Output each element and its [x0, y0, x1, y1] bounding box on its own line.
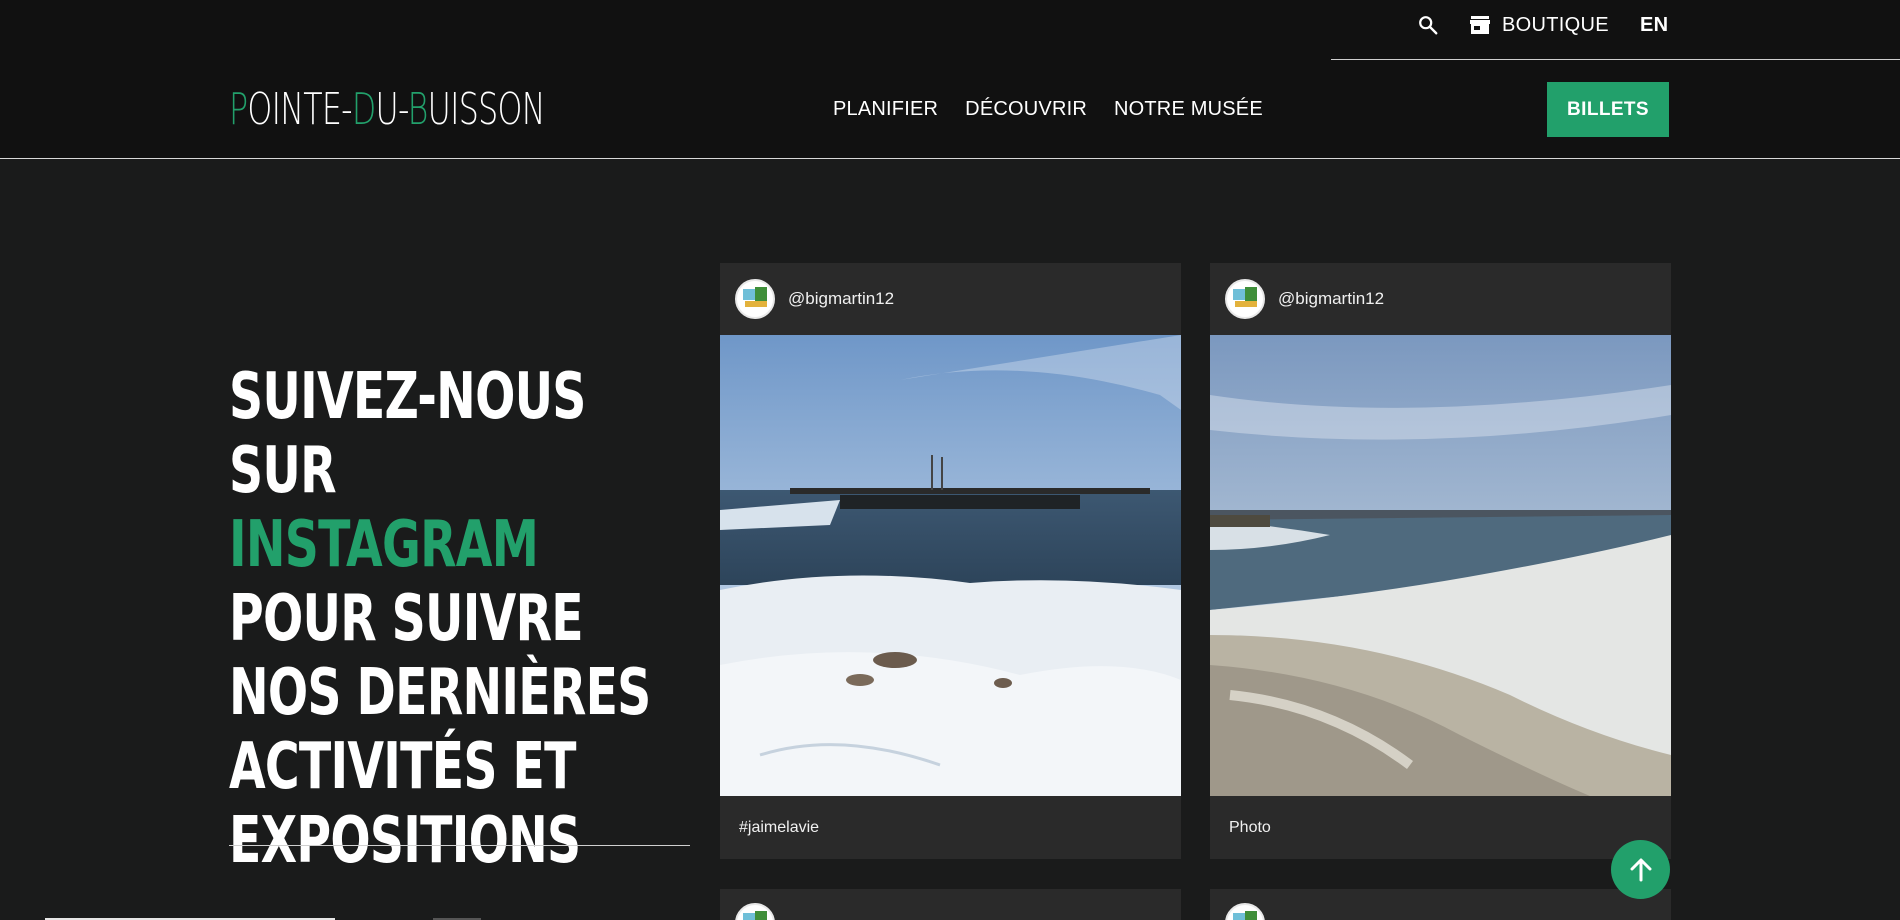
site-header: BOUTIQUE EN POINTE-DU-BUISSON PLANIFIER …: [0, 0, 1900, 159]
nav-item-notre-musee[interactable]: NOTRE MUSÉE: [1114, 96, 1263, 124]
shop-link[interactable]: BOUTIQUE: [1470, 12, 1609, 38]
avatar: [1225, 279, 1265, 319]
site-logo[interactable]: POINTE-DU-BUISSON: [229, 86, 545, 134]
search-button[interactable]: [1417, 12, 1443, 38]
logo-text: U-: [375, 84, 409, 135]
avatar: [735, 903, 775, 920]
heading-line: SUIVEZ-NOUS SUR: [229, 360, 586, 508]
arrow-up-icon: [1630, 858, 1651, 881]
heading-divider: [229, 845, 690, 846]
main-nav: PLANIFIER DÉCOUVRIR NOTRE MUSÉE: [833, 96, 1263, 124]
instagram-post[interactable]: [720, 889, 1181, 920]
logo-text: UISSON: [427, 84, 546, 135]
instagram-post[interactable]: [1210, 889, 1671, 920]
search-icon: [1419, 16, 1438, 35]
store-icon: [1470, 16, 1490, 34]
nav-item-decouvrir[interactable]: DÉCOUVRIR: [965, 96, 1087, 124]
instagram-post[interactable]: @bigmartin12 #jaimelavie: [720, 263, 1181, 859]
heading-accent: INSTAGRAM: [229, 508, 539, 582]
shop-label: BOUTIQUE: [1502, 13, 1609, 36]
language-switch[interactable]: EN: [1640, 12, 1668, 38]
post-handle: @bigmartin12: [1278, 289, 1385, 308]
post-header: @bigmartin12: [1210, 263, 1671, 335]
logo-letter: D: [351, 84, 376, 135]
post-photo: [1210, 335, 1671, 796]
instagram-post[interactable]: @bigmartin12 Photo: [1210, 263, 1671, 859]
logo-text: OINTE-: [247, 84, 352, 135]
avatar: [735, 279, 775, 319]
post-photo: [720, 335, 1181, 796]
post-header: @bigmartin12: [720, 263, 1181, 335]
avatar: [1225, 903, 1265, 920]
logo-letter: P: [229, 84, 248, 135]
logo-letter: B: [407, 84, 429, 135]
post-caption: Photo: [1229, 818, 1271, 836]
nav-item-planifier[interactable]: PLANIFIER: [833, 96, 938, 124]
post-handle: @bigmartin12: [788, 289, 895, 308]
post-header: [720, 889, 1181, 920]
scroll-to-top-button[interactable]: [1611, 840, 1670, 899]
post-header: [1210, 889, 1671, 920]
topbar-divider: [1331, 59, 1900, 60]
tickets-button[interactable]: BILLETS: [1547, 82, 1669, 137]
section-heading: SUIVEZ-NOUS SUR INSTAGRAM POUR SUIVRE NO…: [229, 360, 673, 878]
post-caption: #jaimelavie: [739, 818, 820, 836]
heading-rest: POUR SUIVRE NOS DERNIÈRES ACTIVITÉS ET E…: [229, 582, 651, 878]
